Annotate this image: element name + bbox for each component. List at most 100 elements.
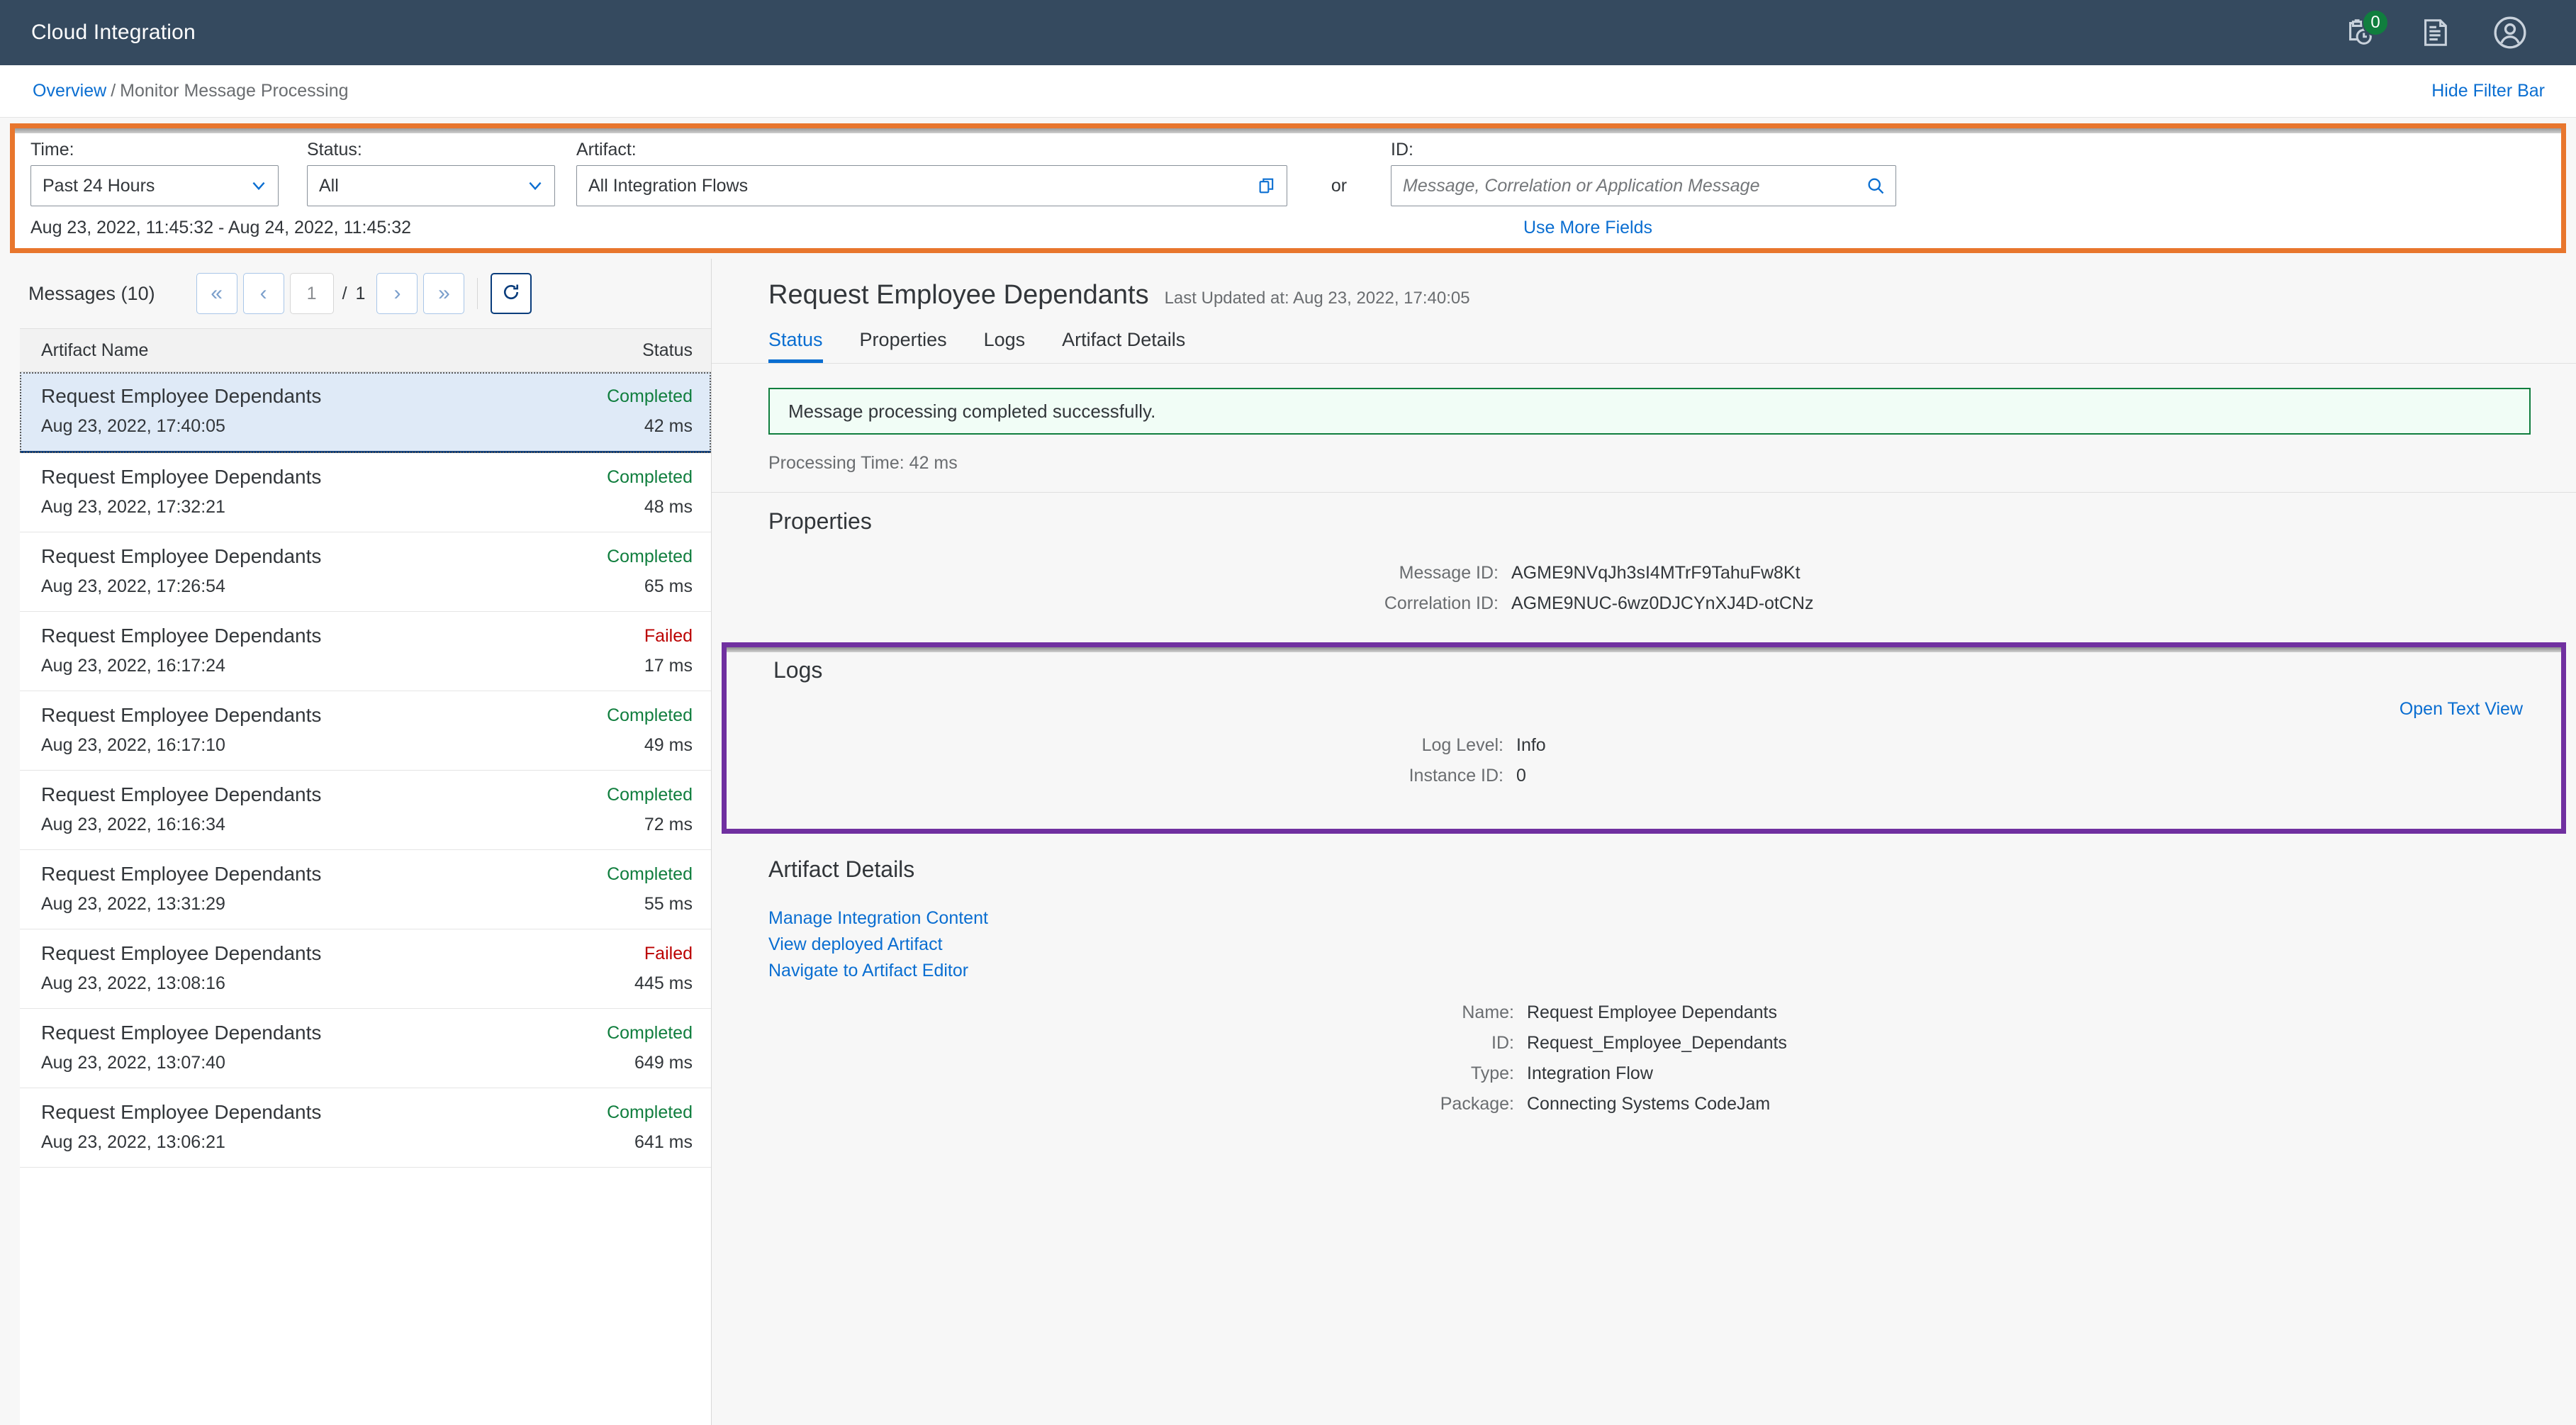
properties-heading: Properties bbox=[768, 508, 872, 534]
page-separator: / bbox=[342, 283, 347, 303]
key-value-row: Type: Integration Flow bbox=[712, 1063, 2576, 1084]
refresh-button[interactable] bbox=[491, 273, 532, 314]
message-list-item[interactable]: Request Employee Dependants Completed Aug … bbox=[20, 1009, 711, 1088]
logs-key-values: Log Level: Info Instance ID: 0 bbox=[727, 735, 2561, 786]
status-message-text: Message processing completed successfull… bbox=[788, 400, 1156, 422]
logs-section-wrapper: Logs Open Text View Log Level: Info Instan… bbox=[712, 624, 2576, 834]
message-artifact-name: Request Employee Dependants bbox=[41, 385, 322, 407]
filter-bar: Time: Past 24 Hours Status: All Artifact… bbox=[10, 123, 2566, 253]
artifact-filter-label: Artifact: bbox=[576, 140, 637, 160]
prev-page-button[interactable]: ‹ bbox=[242, 273, 284, 314]
artifact-field-label: Type: bbox=[1470, 1063, 1514, 1083]
artifact-link-2[interactable]: Navigate to Artifact Editor bbox=[768, 961, 2576, 981]
artifact-filter-input[interactable]: All Integration Flows bbox=[576, 165, 1287, 206]
message-timestamp: Aug 23, 2022, 13:07:40 bbox=[41, 1053, 225, 1073]
processing-time-text: Processing Time: 42 ms bbox=[768, 453, 958, 473]
message-duration: 649 ms bbox=[634, 1053, 693, 1073]
message-status: Completed bbox=[607, 466, 693, 487]
artifact-action-links: Manage Integration Content View deployed … bbox=[768, 908, 2576, 981]
message-artifact-name: Request Employee Dependants bbox=[41, 545, 322, 567]
artifact-link-1[interactable]: View deployed Artifact bbox=[768, 934, 2576, 955]
body-split: Messages (10) « ‹ 1 / 1 › » Artifact Nam… bbox=[0, 259, 2576, 1425]
filter-fields-row: Time: Past 24 Hours Status: All Artifact… bbox=[15, 128, 2561, 215]
user-avatar-icon[interactable] bbox=[2491, 13, 2529, 52]
artifact-field-value: Connecting Systems CodeJam bbox=[1527, 1094, 1771, 1114]
key-value-row: Package: Connecting Systems CodeJam bbox=[712, 1094, 2576, 1114]
artifact-link-0[interactable]: Manage Integration Content bbox=[768, 908, 2576, 929]
hide-filter-bar-link[interactable]: Hide Filter Bar bbox=[2431, 81, 2545, 101]
shell-bar: Cloud Integration 0 bbox=[0, 0, 2576, 65]
status-filter-select[interactable]: All bbox=[307, 165, 555, 206]
shell-icon-group: 0 bbox=[2341, 9, 2545, 52]
pager-divider bbox=[477, 278, 478, 309]
time-filter-select[interactable]: Past 24 Hours bbox=[30, 165, 279, 206]
detail-tab-status[interactable]: Status bbox=[768, 329, 823, 363]
message-list-item[interactable]: Request Employee Dependants Completed Aug … bbox=[20, 1088, 711, 1168]
app-title: Cloud Integration bbox=[31, 21, 196, 44]
detail-header: Request Employee Dependants Last Updated… bbox=[712, 259, 2576, 311]
search-icon[interactable] bbox=[1866, 176, 1886, 196]
detail-title: Request Employee Dependants bbox=[768, 280, 1149, 310]
message-status: Completed bbox=[607, 546, 693, 566]
chevron-down-icon bbox=[250, 177, 268, 195]
artifact-filter-field: Artifact: All Integration Flows bbox=[576, 141, 1287, 206]
message-list-scroll[interactable]: Request Employee Dependants Completed Aug … bbox=[20, 372, 711, 1425]
message-list-item[interactable]: Request Employee Dependants Completed Aug … bbox=[20, 691, 711, 771]
detail-tab-logs[interactable]: Logs bbox=[984, 329, 1026, 363]
message-list-item[interactable]: Request Employee Dependants Completed Aug … bbox=[20, 850, 711, 929]
key-value-row: Correlation ID: AGME9NUC-6wz0DJCYnXJ4D-ot… bbox=[712, 593, 2576, 614]
message-detail-pane: Request Employee Dependants Last Updated… bbox=[712, 259, 2576, 1425]
column-header-status: Status bbox=[642, 340, 693, 360]
key-value-row: Name: Request Employee Dependants bbox=[712, 1002, 2576, 1023]
message-status: Completed bbox=[607, 386, 693, 406]
message-timestamp: Aug 23, 2022, 17:40:05 bbox=[41, 416, 225, 436]
message-list-item[interactable]: Request Employee Dependants Failed Aug 23,… bbox=[20, 929, 711, 1009]
properties-key-values: Message ID: AGME9NVqJh3sI4MTrF9TahuFw8Kt C… bbox=[712, 563, 2576, 614]
page-number-input[interactable]: 1 bbox=[289, 273, 334, 314]
detail-tab-artifact-details[interactable]: Artifact Details bbox=[1062, 329, 1185, 363]
breadcrumb: Overview / Monitor Message Processing bbox=[33, 81, 349, 101]
property-value: AGME9NVqJh3sI4MTrF9TahuFw8Kt bbox=[1511, 563, 1801, 583]
message-list-pane: Messages (10) « ‹ 1 / 1 › » Artifact Nam… bbox=[10, 259, 712, 1425]
detail-last-updated: Last Updated at: Aug 23, 2022, 17:40:05 bbox=[1164, 289, 1470, 308]
message-status: Completed bbox=[607, 1102, 693, 1122]
message-list-item[interactable]: Request Employee Dependants Failed Aug 23,… bbox=[20, 612, 711, 691]
id-filter-placeholder: Message, Correlation or Application Mess… bbox=[1403, 175, 1760, 196]
next-page-button[interactable]: › bbox=[376, 273, 418, 314]
section-divider bbox=[712, 492, 2576, 493]
logs-link-row: Open Text View bbox=[727, 699, 2561, 720]
artifact-details-section: Artifact Details Manage Integration Cont… bbox=[712, 834, 2576, 1114]
message-timestamp: Aug 23, 2022, 17:26:54 bbox=[41, 576, 225, 596]
message-artifact-name: Request Employee Dependants bbox=[41, 863, 322, 885]
message-duration: 72 ms bbox=[644, 815, 693, 834]
first-page-button[interactable]: « bbox=[196, 273, 237, 314]
message-list-title: Messages (10) bbox=[28, 282, 155, 304]
message-status: Failed bbox=[644, 625, 693, 646]
artifact-field-label: Name: bbox=[1462, 1002, 1514, 1022]
detail-tab-properties[interactable]: Properties bbox=[860, 329, 947, 363]
status-message-strip: Message processing completed successfull… bbox=[768, 388, 2531, 435]
artifact-field-label: ID: bbox=[1491, 1033, 1514, 1053]
message-list-item[interactable]: Request Employee Dependants Completed Aug … bbox=[20, 453, 711, 532]
column-header-artifact-name: Artifact Name bbox=[41, 340, 149, 360]
tasks-clipboard-icon[interactable]: 0 bbox=[2341, 9, 2389, 52]
message-list-item[interactable]: Request Employee Dependants Completed Aug … bbox=[20, 532, 711, 612]
message-status: Completed bbox=[607, 864, 693, 884]
key-value-row: Message ID: AGME9NVqJh3sI4MTrF9TahuFw8Kt bbox=[712, 563, 2576, 583]
breadcrumb-overview-link[interactable]: Overview bbox=[33, 81, 106, 101]
filter-or-label: or bbox=[1331, 176, 1348, 196]
value-help-icon[interactable] bbox=[1257, 176, 1277, 196]
message-duration: 55 ms bbox=[644, 894, 693, 914]
logs-document-icon[interactable] bbox=[2416, 13, 2454, 52]
id-filter-input[interactable]: Message, Correlation or Application Mess… bbox=[1391, 165, 1896, 206]
message-artifact-name: Request Employee Dependants bbox=[41, 466, 322, 488]
message-list-item[interactable]: Request Employee Dependants Completed Aug … bbox=[20, 771, 711, 850]
open-text-view-link[interactable]: Open Text View bbox=[2399, 699, 2523, 720]
message-list-item[interactable]: Request Employee Dependants Completed Aug … bbox=[20, 372, 711, 453]
last-page-button[interactable]: » bbox=[423, 273, 465, 314]
use-more-fields-link[interactable]: Use More Fields bbox=[1523, 218, 1652, 238]
property-label: Correlation ID: bbox=[1384, 593, 1499, 613]
key-value-row: Log Level: Info bbox=[727, 735, 2561, 756]
message-artifact-name: Request Employee Dependants bbox=[41, 1101, 322, 1123]
message-duration: 65 ms bbox=[644, 576, 693, 596]
